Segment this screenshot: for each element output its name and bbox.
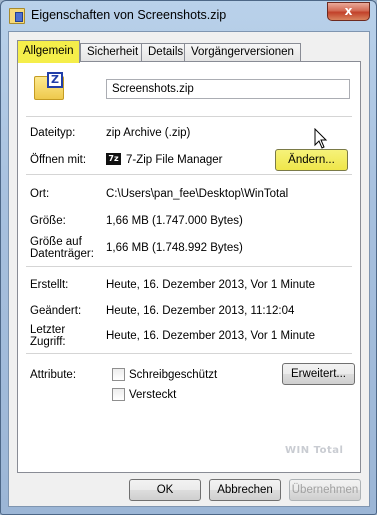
properties-window: Eigenschaften von Screenshots.zip x Allg… bbox=[0, 0, 377, 515]
change-button[interactable]: Ändern... bbox=[275, 149, 348, 171]
hidden-checkbox[interactable] bbox=[112, 388, 125, 401]
attributes-label: Attribute: bbox=[30, 369, 77, 381]
mouse-cursor-icon bbox=[314, 128, 328, 149]
size-on-disk-label-line2: Datenträger: bbox=[30, 248, 94, 260]
file-type-label: Dateityp: bbox=[30, 127, 76, 139]
zip-badge-icon: Z bbox=[47, 72, 63, 88]
file-name-input[interactable]: Screenshots.zip bbox=[106, 79, 350, 99]
divider bbox=[26, 266, 352, 267]
tab-vorgaengerversionen[interactable]: Vorgängerversionen bbox=[184, 43, 301, 62]
accessed-label-line2: Zugriff: bbox=[30, 336, 66, 348]
hidden-label: Versteckt bbox=[129, 389, 177, 401]
readonly-label: Schreibgeschützt bbox=[129, 369, 218, 381]
created-value: Heute, 16. Dezember 2013, Vor 1 Minute bbox=[106, 279, 316, 291]
close-button[interactable]: x bbox=[327, 2, 370, 21]
zip-folder-icon: Z bbox=[34, 72, 66, 102]
file-type-value: zip Archive (.zip) bbox=[106, 127, 191, 139]
sevenzip-icon: 7z bbox=[106, 153, 121, 165]
general-tab-panel: Z Screenshots.zip Dateityp: zip Archive … bbox=[17, 61, 361, 473]
created-label: Erstellt: bbox=[30, 279, 69, 291]
title-bar[interactable]: Eigenschaften von Screenshots.zip x bbox=[1, 1, 376, 31]
apply-button[interactable]: Übernehmen bbox=[289, 479, 361, 501]
divider bbox=[26, 116, 352, 117]
dialog-body: Allgemein Sicherheit Details Vorgängerve… bbox=[8, 31, 370, 507]
accessed-value: Heute, 16. Dezember 2013, Vor 1 Minute bbox=[106, 330, 316, 342]
advanced-button[interactable]: Erweitert... bbox=[282, 363, 355, 385]
size-label: Größe: bbox=[30, 215, 66, 227]
location-value: C:\Users\pan_fee\Desktop\WinTotal bbox=[106, 188, 289, 200]
cancel-button[interactable]: Abbrechen bbox=[209, 479, 281, 501]
zip-file-icon bbox=[9, 8, 25, 24]
size-on-disk-value: 1,66 MB (1.748.992 Bytes) bbox=[106, 242, 243, 254]
readonly-checkbox[interactable] bbox=[112, 368, 125, 381]
wintotal-watermark: WIN Total bbox=[285, 445, 344, 456]
window-title: Eigenschaften von Screenshots.zip bbox=[31, 8, 227, 22]
tab-allgemein[interactable]: Allgemein bbox=[17, 40, 80, 63]
location-label: Ort: bbox=[30, 188, 50, 200]
size-value: 1,66 MB (1.747.000 Bytes) bbox=[106, 215, 243, 227]
open-with-label: Öffnen mit: bbox=[30, 154, 87, 166]
ok-button[interactable]: OK bbox=[129, 479, 201, 501]
accessed-label-line1: Letzter bbox=[30, 324, 66, 336]
modified-value: Heute, 16. Dezember 2013, 11:12:04 bbox=[106, 305, 295, 317]
tab-sicherheit[interactable]: Sicherheit bbox=[80, 43, 146, 62]
divider bbox=[26, 174, 352, 175]
modified-label: Geändert: bbox=[30, 305, 82, 317]
size-on-disk-label-line1: Größe auf bbox=[30, 236, 82, 248]
open-with-value: 7-Zip File Manager bbox=[126, 154, 223, 166]
divider bbox=[26, 353, 352, 354]
tab-details[interactable]: Details bbox=[141, 43, 191, 62]
